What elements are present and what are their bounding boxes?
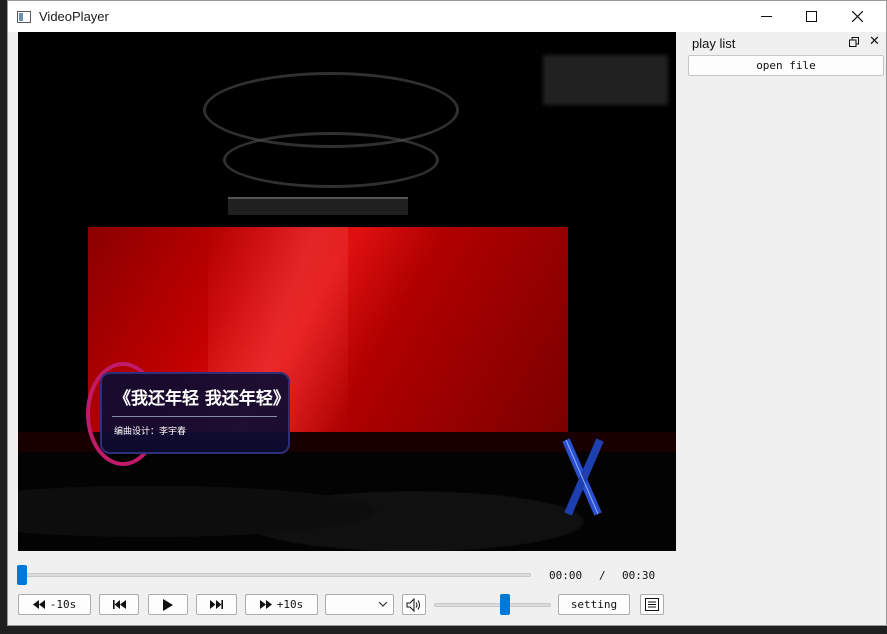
volume-slider[interactable] (434, 603, 551, 607)
sponsor-logo (562, 438, 604, 516)
play-icon (163, 598, 173, 611)
stage-truss (228, 197, 408, 215)
caption-subtitle: 编曲设计：李宇春 (114, 427, 187, 437)
float-icon[interactable] (849, 37, 859, 47)
current-time: 00:00 (549, 569, 583, 582)
skip-previous-icon (112, 600, 126, 609)
maximize-button[interactable] (788, 1, 834, 32)
rewind-label: -10s (49, 598, 77, 611)
total-time: 00:30 (622, 569, 656, 582)
video-display[interactable]: 《我还年轻 我还年轻》 编曲设计：李宇春 (18, 32, 676, 551)
maximize-icon (805, 11, 817, 22)
volume-slider-handle[interactable] (500, 594, 511, 615)
chevron-down-icon (378, 601, 388, 607)
close-button[interactable] (834, 1, 880, 32)
speed-select[interactable] (325, 594, 394, 615)
minimize-icon (760, 16, 772, 17)
volume-icon (406, 597, 420, 612)
song-caption: 《我还年轻 我还年轻》 编曲设计：李宇春 (100, 372, 290, 454)
caption-divider (112, 416, 277, 417)
rewind-10s-button[interactable]: -10s (18, 594, 91, 615)
play-button[interactable] (148, 594, 188, 615)
playlist-dock: play list ✕ open file (686, 34, 886, 624)
rewind-icon (32, 600, 45, 609)
mute-button[interactable] (402, 594, 426, 615)
playlist-toggle-button[interactable] (640, 594, 664, 615)
time-separator: / (599, 569, 606, 582)
blurred-watermark (543, 55, 668, 105)
skip-next-icon (210, 600, 223, 609)
fast-forward-icon (259, 600, 272, 609)
forward-label: +10s (276, 598, 304, 611)
stage-rig (223, 132, 439, 188)
minimize-button[interactable] (743, 1, 789, 32)
title-bar: VideoPlayer (8, 1, 886, 32)
progress-slider[interactable] (18, 573, 531, 577)
app-icon (17, 10, 31, 23)
close-icon[interactable]: ✕ (869, 34, 880, 49)
list-icon (645, 598, 659, 611)
progress-slider-handle[interactable] (17, 565, 27, 585)
videoplayer-window: VideoPlayer 《我还年轻 我还年轻》 编曲设计：李宇春 play li… (7, 0, 887, 626)
previous-button[interactable] (99, 594, 139, 615)
next-button[interactable] (196, 594, 237, 615)
playlist-title: play list (692, 36, 736, 51)
forward-10s-button[interactable]: +10s (245, 594, 318, 615)
caption-title: 《我还年轻 我还年轻》 (114, 389, 290, 409)
window-title: VideoPlayer (39, 9, 109, 24)
open-file-button[interactable]: open file (688, 55, 884, 76)
setting-button[interactable]: setting (558, 594, 630, 615)
close-icon (851, 11, 863, 22)
